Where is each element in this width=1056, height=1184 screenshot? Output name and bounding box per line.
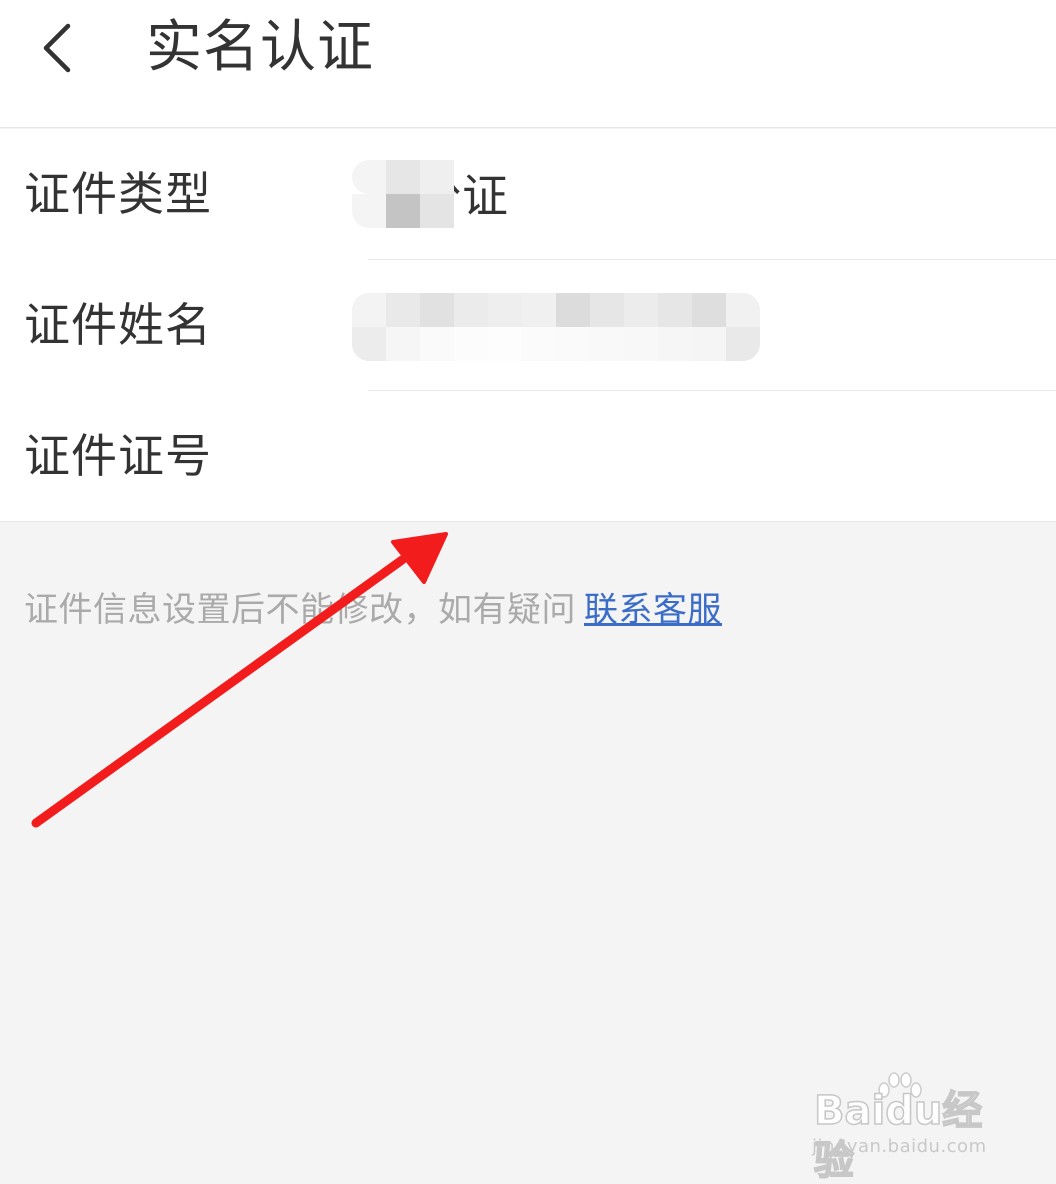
id-number-row: 证件证号 bbox=[0, 391, 1056, 522]
id-name-label: 证件姓名 bbox=[24, 298, 212, 352]
back-button[interactable] bbox=[24, 8, 104, 88]
id-type-label: 证件类型 bbox=[24, 167, 212, 221]
id-type-row[interactable]: 证件类型 身份证 bbox=[0, 129, 1056, 260]
page-title: 实名认证 bbox=[146, 15, 374, 80]
notice-message: 证件信息设置后不能修改，如有疑问 bbox=[24, 590, 576, 630]
name-redaction-mosaic bbox=[352, 160, 454, 228]
top-bar: 实名认证 bbox=[0, 0, 1056, 128]
chevron-left-icon bbox=[43, 23, 71, 73]
watermark: Baidu经验 jingyan.baidu.com bbox=[808, 1066, 1008, 1184]
watermark-logo: Baidu经验 bbox=[813, 1087, 983, 1184]
id-number-label: 证件证号 bbox=[24, 429, 212, 483]
watermark-url: jingyan.baidu.com bbox=[812, 1136, 987, 1157]
contact-support-link[interactable]: 联系客服 bbox=[584, 590, 722, 630]
notice-text: 证件信息设置后不能修改，如有疑问 联系客服 bbox=[24, 588, 722, 632]
id-number-redaction-mosaic bbox=[352, 293, 760, 361]
